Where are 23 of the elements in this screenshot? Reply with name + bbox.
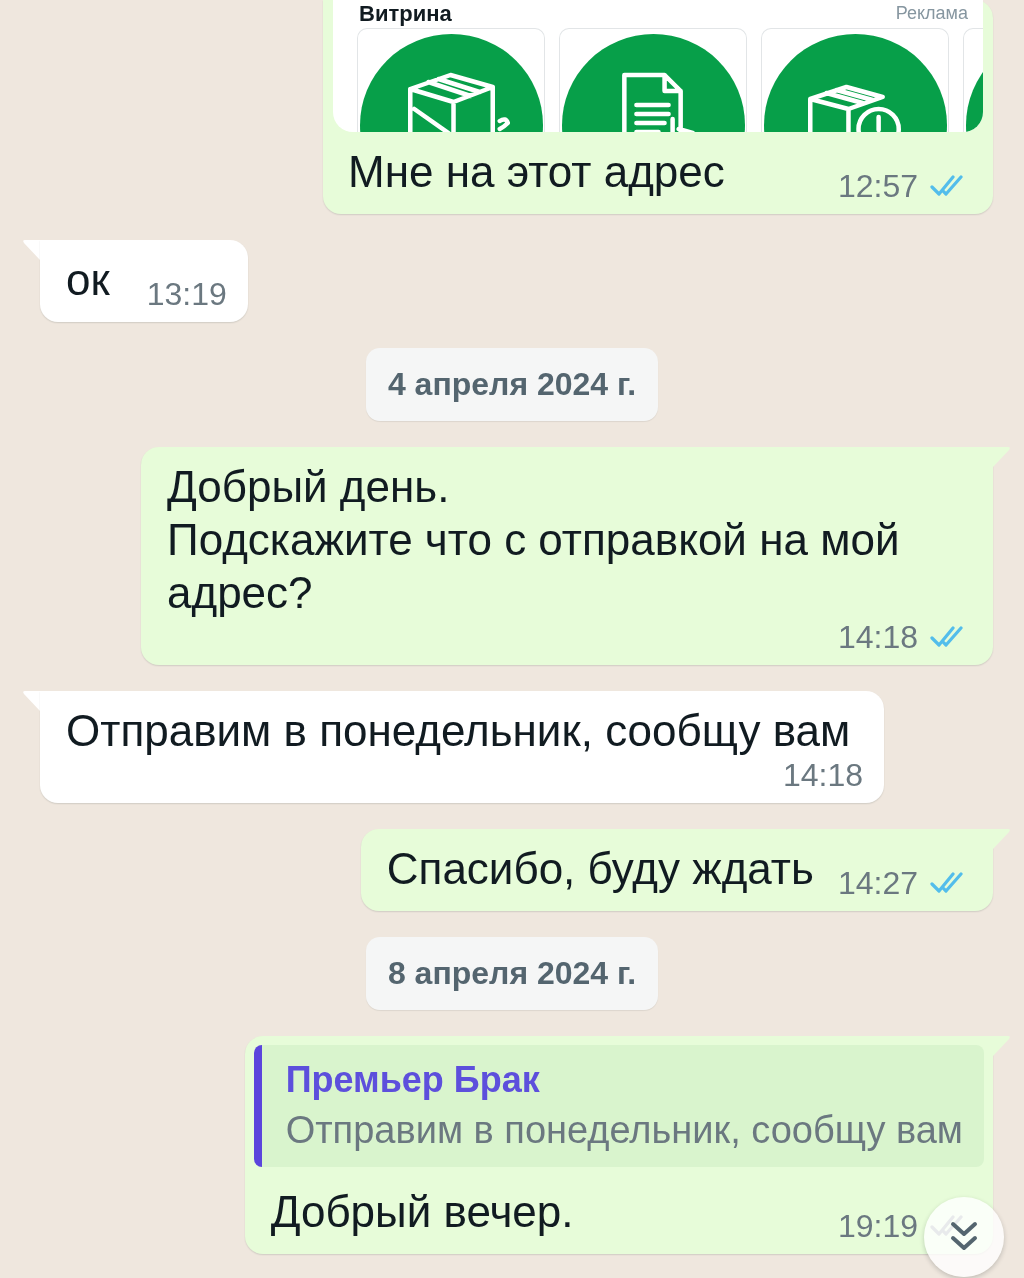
message-text: ок xyxy=(66,254,110,306)
message-time: 14:18 xyxy=(782,757,863,793)
message-time: 12:57 xyxy=(837,168,918,204)
message-time: 13:19 xyxy=(146,276,227,312)
ad-label: Реклама xyxy=(895,2,968,25)
quoted-message[interactable]: Премьер Брак Отправим в понедельник, сообщу вам xyxy=(253,1045,984,1167)
message-text: Добрый вечер. xyxy=(270,1186,574,1238)
promo-tile[interactable] xyxy=(761,28,949,132)
message-text: Добрый день. Подскажите что с отправкой на мой адрес? xyxy=(167,461,901,619)
quoted-message-text: Отправим в понедельник, сообщу вам xyxy=(285,1108,963,1153)
message-time: 14:27 xyxy=(837,865,918,901)
message-time: 19:19 xyxy=(837,1208,918,1244)
message-text: Спасибо, буду ждать xyxy=(386,843,814,895)
message-text: Мне на этот адрес xyxy=(348,146,725,198)
promo-tile[interactable] xyxy=(559,28,747,132)
promo-tile[interactable] xyxy=(963,28,983,132)
promo-card[interactable]: Витрина Реклама xyxy=(333,0,983,132)
promo-tile[interactable] xyxy=(357,28,545,132)
scroll-down-button[interactable] xyxy=(924,1197,1004,1277)
promo-title: Витрина xyxy=(359,1,452,26)
message-text: Отправим в понедельник, сообщу вам xyxy=(66,705,851,757)
message-time: 14:18 xyxy=(837,619,918,655)
quoted-sender-name: Премьер Брак xyxy=(285,1058,541,1102)
